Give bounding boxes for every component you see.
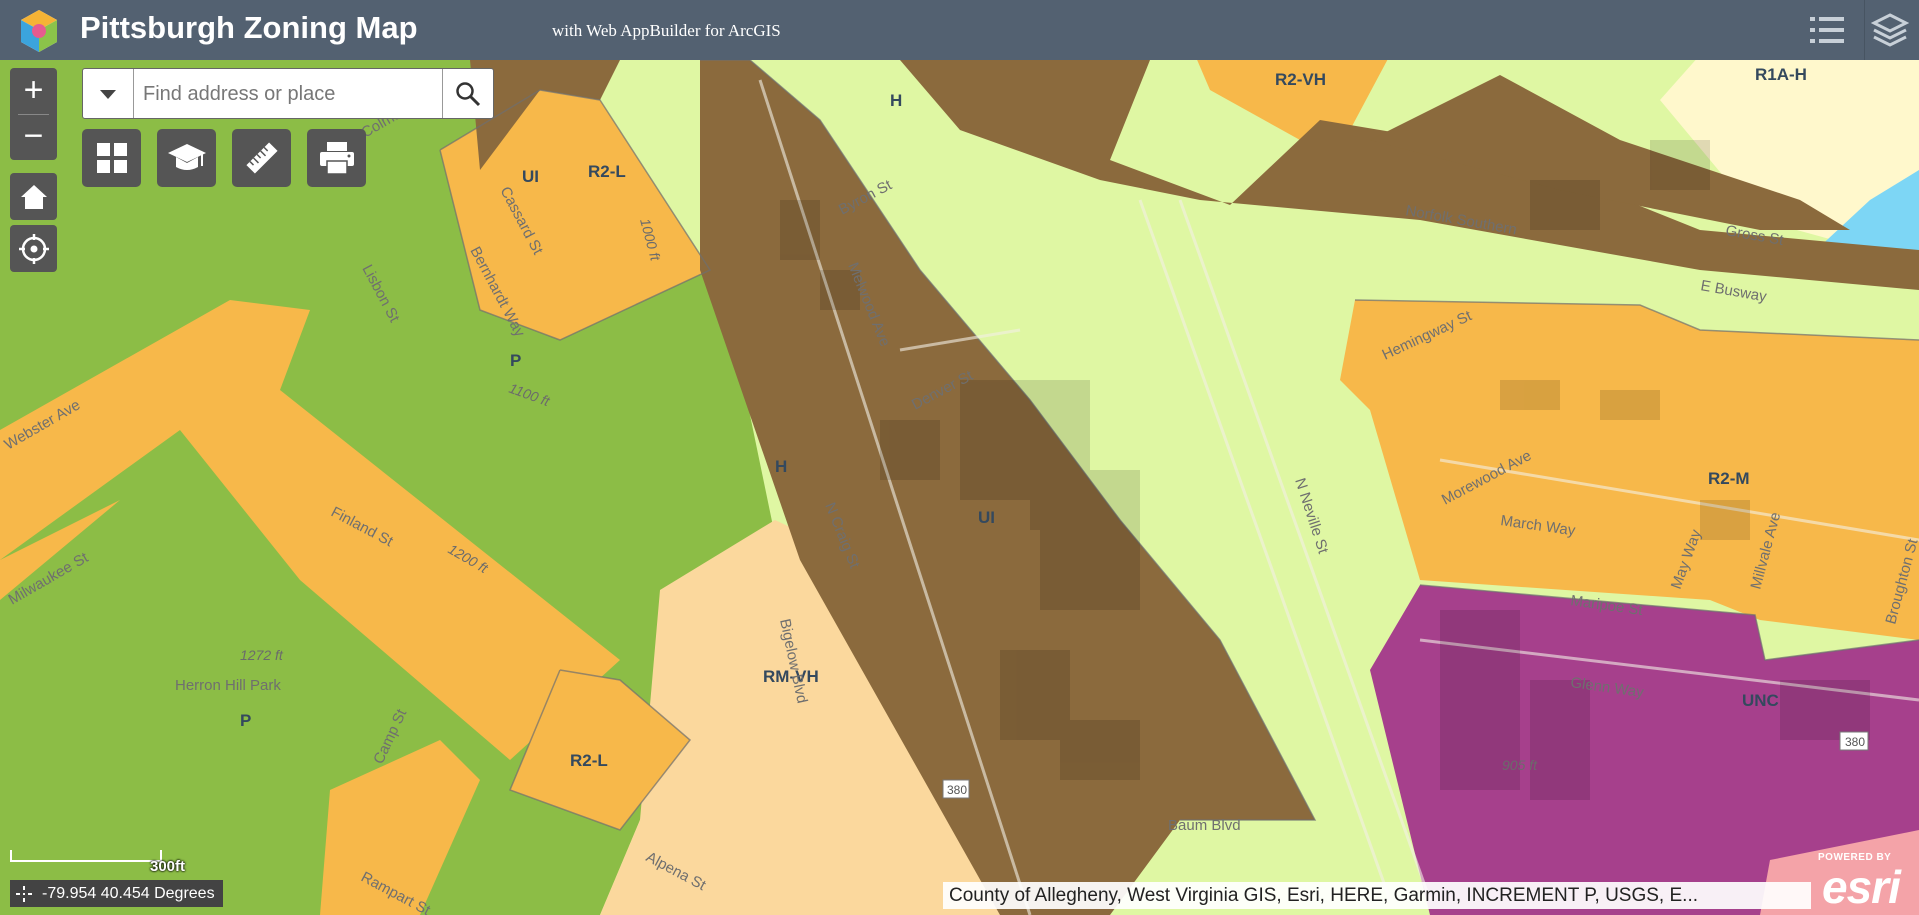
zoom-control: + − [10,68,57,160]
attribution-text[interactable]: County of Allegheny, West Virginia GIS, … [943,882,1811,909]
crosshair-icon [16,886,32,902]
svg-text:380: 380 [947,783,967,797]
zone-label: P [510,351,521,370]
locate-button[interactable] [10,225,57,272]
zone-label: R1A-H [1755,65,1807,84]
zoom-in-button[interactable]: + [10,68,57,114]
measure-ruler-icon [245,142,278,174]
search-button[interactable] [442,69,493,118]
basemap-gallery-icon [96,143,127,173]
zone-label: R2-M [1708,469,1750,488]
zone-label: H [890,91,902,110]
zone-label: P [240,711,251,730]
route-shield: 380 [942,779,970,799]
graduation-cap-icon [167,144,206,170]
zone-label: R2-L [588,162,626,181]
measure-button[interactable] [232,129,291,187]
basemap-gallery-button[interactable] [82,129,141,187]
home-button[interactable] [10,173,57,220]
esri-brand-text: esri [1822,861,1901,913]
zone-label: UI [522,167,539,186]
zone-label: UNC [1742,691,1779,710]
chevron-down-icon [100,89,116,99]
coordinate-text: -79.954 40.454 Degrees [42,885,215,902]
home-icon [20,184,47,209]
elevation-label: 1272 ft [240,647,284,663]
search-widget [82,68,494,119]
print-button[interactable] [307,129,366,187]
layers-icon [1871,13,1909,47]
coordinate-display[interactable]: -79.954 40.454 Degrees [10,880,223,907]
zone-label: H [775,457,787,476]
app-header: Pittsburgh Zoning Map with Web AppBuilde… [0,0,1919,60]
esri-logo[interactable]: POWERED BY esri [1812,850,1916,913]
app-logo-icon [21,10,57,52]
svg-text:380: 380 [1845,735,1865,749]
search-source-dropdown[interactable] [83,69,134,118]
zoom-out-button[interactable]: − [10,114,57,160]
zone-label: UI [978,508,995,527]
route-shield: 380 [1839,731,1869,751]
elevation-label: 905 ft [1502,757,1538,773]
street-label: Baum Blvd [1168,817,1241,834]
search-icon [456,81,481,106]
print-icon [319,142,354,175]
street-label: Herron Hill Park [175,677,281,694]
search-input[interactable] [141,79,415,109]
legend-button[interactable] [1805,8,1849,52]
app-title: Pittsburgh Zoning Map [80,10,418,45]
about-button[interactable] [157,129,216,187]
layers-button[interactable] [1868,8,1912,52]
locate-icon [18,233,49,264]
zone-label: R2-VH [1275,70,1326,89]
legend-list-icon [1810,17,1844,43]
zone-label: R2-L [570,751,608,770]
app-subtitle: with Web AppBuilder for ArcGIS [552,21,781,40]
scale-label: 300ft [150,858,186,875]
scale-bar [10,850,162,862]
